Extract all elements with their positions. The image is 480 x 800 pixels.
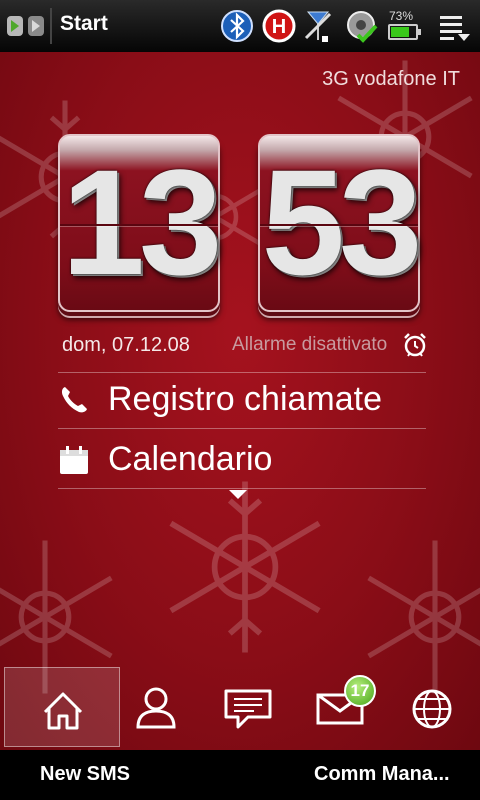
signal-icon[interactable] xyxy=(300,8,336,44)
alarm-clock-icon[interactable] xyxy=(402,332,428,358)
person-icon xyxy=(136,687,176,729)
status-bar: Start H 73% xyxy=(0,0,480,52)
tab-home[interactable] xyxy=(4,667,120,747)
tab-email[interactable] xyxy=(294,667,386,747)
start-title[interactable]: Start xyxy=(60,12,108,36)
tab-internet[interactable] xyxy=(386,667,478,747)
snowflake-decoration xyxy=(169,481,321,653)
left-softkey[interactable]: New SMS xyxy=(40,763,130,786)
chat-icon xyxy=(224,689,272,729)
mail-count-badge: 17 xyxy=(344,675,376,707)
sync-icon[interactable] xyxy=(344,8,380,44)
hsdpa-icon[interactable]: H xyxy=(261,8,297,44)
bottom-tab-bar xyxy=(0,665,480,750)
battery-percent: 73% xyxy=(389,9,414,23)
bluetooth-icon[interactable] xyxy=(219,8,255,44)
calendar-item[interactable]: Calendario xyxy=(58,432,426,489)
svg-text:H: H xyxy=(272,16,286,38)
date-label: dom, 07.12.08 xyxy=(62,334,190,356)
clock-hours-digits: 13 xyxy=(61,138,223,306)
calendar-icon xyxy=(60,446,88,474)
globe-icon xyxy=(412,689,452,729)
tab-people[interactable] xyxy=(110,667,202,747)
expand-arrow-icon[interactable] xyxy=(229,490,247,499)
softkey-bar: New SMS Comm Mana... xyxy=(0,750,480,800)
battery-tip xyxy=(418,29,421,35)
operator-name: 3G vodafone IT xyxy=(322,68,460,90)
phone-icon xyxy=(61,387,87,413)
clock-minutes[interactable]: 53 xyxy=(258,134,423,312)
battery-icon[interactable] xyxy=(388,24,421,40)
title-separator xyxy=(50,8,52,44)
clock-minutes-digits: 53 xyxy=(261,138,423,306)
right-softkey[interactable]: Comm Mana... xyxy=(314,763,450,786)
clock-hours[interactable]: 13 xyxy=(58,134,223,312)
call-log-label: Registro chiamate xyxy=(108,380,383,418)
battery-level xyxy=(391,27,409,37)
mail-icon xyxy=(316,693,364,725)
windows-start-icon[interactable] xyxy=(6,10,46,42)
menu-icon[interactable] xyxy=(438,12,472,42)
flip-hinge xyxy=(260,224,418,226)
home-screen: 3G vodafone IT 13 53 dom, 07.12.08 Allar… xyxy=(0,52,480,750)
call-log-item[interactable]: Registro chiamate xyxy=(58,372,426,429)
flip-hinge xyxy=(60,224,218,226)
home-icon xyxy=(43,692,83,730)
tab-messages[interactable] xyxy=(202,667,294,747)
alarm-status[interactable]: Allarme disattivato xyxy=(232,334,387,356)
calendar-label: Calendario xyxy=(108,440,273,478)
